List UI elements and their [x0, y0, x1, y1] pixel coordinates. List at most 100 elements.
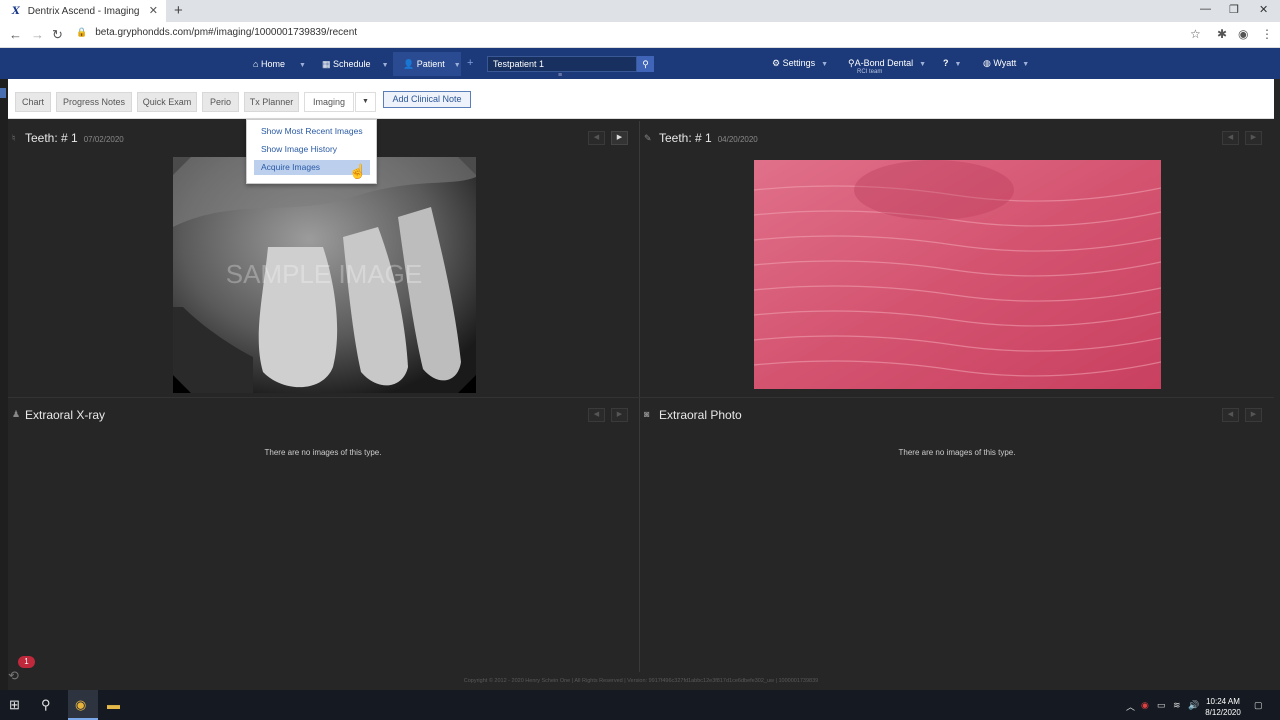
- chevron-down-icon[interactable]: ▼: [919, 61, 926, 68]
- nav-home[interactable]: ⌂ Home ▼: [253, 59, 306, 69]
- help-button[interactable]: ? ▼: [943, 58, 961, 68]
- panel-4-title: Extraoral Photo: [659, 408, 742, 422]
- extensions-icon[interactable]: ✱: [1217, 27, 1227, 41]
- url-text: beta.gryphondds.com/pm#/imaging/10000017…: [95, 27, 358, 38]
- reload-icon[interactable]: ↻: [52, 27, 63, 43]
- panel-1-title: Teeth: # 1 07/02/2020: [25, 131, 124, 145]
- nav-patient[interactable]: 👤 Patient ▼: [403, 59, 461, 70]
- help-icon: ?: [943, 58, 949, 68]
- collapse-handle-icon[interactable]: ≡: [558, 72, 562, 79]
- nav-location[interactable]: ⚲A-Bond Dental ▼: [848, 58, 926, 69]
- panel-4-prev-button[interactable]: ◀: [1222, 408, 1239, 422]
- tray-app-icon[interactable]: ◉: [1141, 700, 1149, 711]
- address-bar: ← → ↻ 🔒 beta.gryphondds.com/pm#/imaging/1…: [0, 22, 1280, 48]
- lock-icon: 🔒: [76, 27, 88, 37]
- nav-user[interactable]: ◍ Wyatt ▼: [983, 58, 1029, 69]
- home-icon: ⌂: [253, 59, 259, 69]
- restore-icon[interactable]: ❐: [1229, 3, 1239, 16]
- menu-item-show-image-history[interactable]: Show Image History: [261, 144, 337, 154]
- tab-imaging[interactable]: Imaging: [304, 92, 354, 112]
- xray-watermark: SAMPLE IMAGE: [226, 259, 423, 289]
- panel-3-title: Extraoral X-ray: [25, 408, 106, 422]
- taskbar-clock[interactable]: 10:24 AM 8/12/2020: [1198, 696, 1248, 718]
- tab-perio[interactable]: Perio: [202, 92, 239, 112]
- patient-search-input[interactable]: Testpatient 1: [487, 56, 637, 72]
- hand-cursor-icon: ☝: [349, 163, 367, 179]
- panel-1-date: 07/02/2020: [83, 135, 124, 144]
- windows-start-icon[interactable]: ⊞: [9, 697, 20, 713]
- imaging-options-button[interactable]: ▼: [355, 92, 376, 112]
- search-icon[interactable]: ⚲: [41, 697, 51, 713]
- chevron-down-icon[interactable]: ▼: [821, 61, 828, 68]
- menu-item-show-most-recent[interactable]: Show Most Recent Images: [261, 126, 363, 136]
- clinical-tabs-bar: [8, 79, 1274, 119]
- chevron-down-icon[interactable]: ▼: [955, 61, 962, 68]
- pen-icon: ✎: [644, 133, 652, 143]
- tray-wifi-icon[interactable]: ≋: [1173, 700, 1181, 711]
- nav-schedule[interactable]: ▦ Schedule ▼: [322, 59, 389, 70]
- person-icon: ♟: [12, 409, 21, 419]
- nav-location-label: A-Bond Dental: [854, 58, 914, 68]
- dentrix-favicon-icon: X: [12, 5, 20, 17]
- browser-tab[interactable]: X Dentrix Ascend - Imaging ✕: [0, 0, 166, 22]
- close-tab-icon[interactable]: ✕: [149, 4, 158, 17]
- panel-3-empty-message: There are no images of this type.: [264, 448, 382, 457]
- menu-icon[interactable]: ⋮: [1261, 27, 1273, 41]
- tab-progress-notes[interactable]: Progress Notes: [56, 92, 132, 112]
- xray-drawing: SAMPLE IMAGE: [173, 157, 476, 393]
- photo-drawing: [754, 160, 1161, 389]
- add-clinical-note-button[interactable]: Add Clinical Note: [383, 91, 471, 108]
- user-icon: 👤: [403, 59, 415, 69]
- tray-network-icon[interactable]: ▭: [1157, 700, 1166, 711]
- panel-2-title: Teeth: # 1 04/20/2020: [659, 131, 758, 145]
- back-icon[interactable]: ←: [9, 27, 22, 42]
- tray-chevron-icon[interactable]: ︿: [1126, 700, 1135, 713]
- add-patient-icon[interactable]: +: [467, 57, 473, 69]
- chevron-down-icon[interactable]: ▼: [1022, 61, 1029, 68]
- sidebar-toggle[interactable]: [0, 88, 6, 98]
- notification-badge[interactable]: 1: [18, 656, 35, 668]
- panel-4-empty-message: There are no images of this type.: [898, 448, 1016, 457]
- tab-tx-planner[interactable]: Tx Planner: [244, 92, 299, 112]
- star-icon[interactable]: ☆: [1190, 27, 1201, 41]
- panel-2-prev-button[interactable]: ◀: [1222, 131, 1239, 145]
- xray-image[interactable]: SAMPLE IMAGE: [173, 157, 476, 393]
- sync-icon[interactable]: ⟲: [8, 668, 19, 684]
- nav-home-label: Home: [260, 59, 285, 69]
- patient-lookup-button[interactable]: ⚲: [637, 56, 654, 72]
- chevron-down-icon[interactable]: ▼: [454, 62, 461, 69]
- location-subtitle: RCI team: [857, 69, 883, 75]
- file-explorer-icon[interactable]: ▬: [107, 697, 120, 712]
- action-center-icon[interactable]: ▢: [1254, 700, 1263, 711]
- forward-icon[interactable]: →: [31, 27, 44, 42]
- clock-time: 10:24 AM: [1206, 697, 1240, 706]
- location-pin-icon: ⚲: [848, 58, 855, 68]
- panel-2-date: 04/20/2020: [717, 135, 758, 144]
- gear-icon: ⚙: [772, 58, 781, 68]
- chevron-down-icon[interactable]: ▼: [382, 62, 389, 69]
- tab-chart[interactable]: Chart: [15, 92, 51, 112]
- new-tab-icon[interactable]: +: [174, 2, 183, 19]
- panel-1-next-button[interactable]: ▶: [611, 131, 628, 145]
- close-window-icon[interactable]: ✕: [1259, 3, 1268, 16]
- panel-2-next-button[interactable]: ▶: [1245, 131, 1262, 145]
- url-field[interactable]: 🔒 beta.gryphondds.com/pm#/imaging/1000001…: [76, 27, 357, 38]
- patient-lookup-icon: ⚲: [642, 59, 649, 69]
- panel-3-prev-button[interactable]: ◀: [588, 408, 605, 422]
- chevron-down-icon[interactable]: ▼: [299, 62, 306, 69]
- left-gutter: [0, 79, 8, 690]
- globe-icon: ◍: [983, 58, 991, 68]
- panel-4-next-button[interactable]: ▶: [1245, 408, 1262, 422]
- copyright-footer: Copyright © 2012 - 2020 Henry Schein One…: [8, 672, 1274, 690]
- panel-1-prev-button[interactable]: ◀: [588, 131, 605, 145]
- account-icon[interactable]: ◉: [1238, 27, 1248, 41]
- chrome-icon[interactable]: ◉: [75, 697, 86, 713]
- nav-patient-label: Patient: [416, 59, 445, 69]
- panel-horizontal-divider: [8, 397, 1274, 398]
- panel-3-next-button[interactable]: ▶: [611, 408, 628, 422]
- minimize-icon[interactable]: —: [1200, 3, 1211, 15]
- clock-date: 8/12/2020: [1205, 708, 1241, 717]
- tab-quick-exam[interactable]: Quick Exam: [137, 92, 197, 112]
- nav-settings[interactable]: ⚙ Settings ▼: [772, 58, 828, 69]
- intraoral-photo[interactable]: [754, 160, 1161, 389]
